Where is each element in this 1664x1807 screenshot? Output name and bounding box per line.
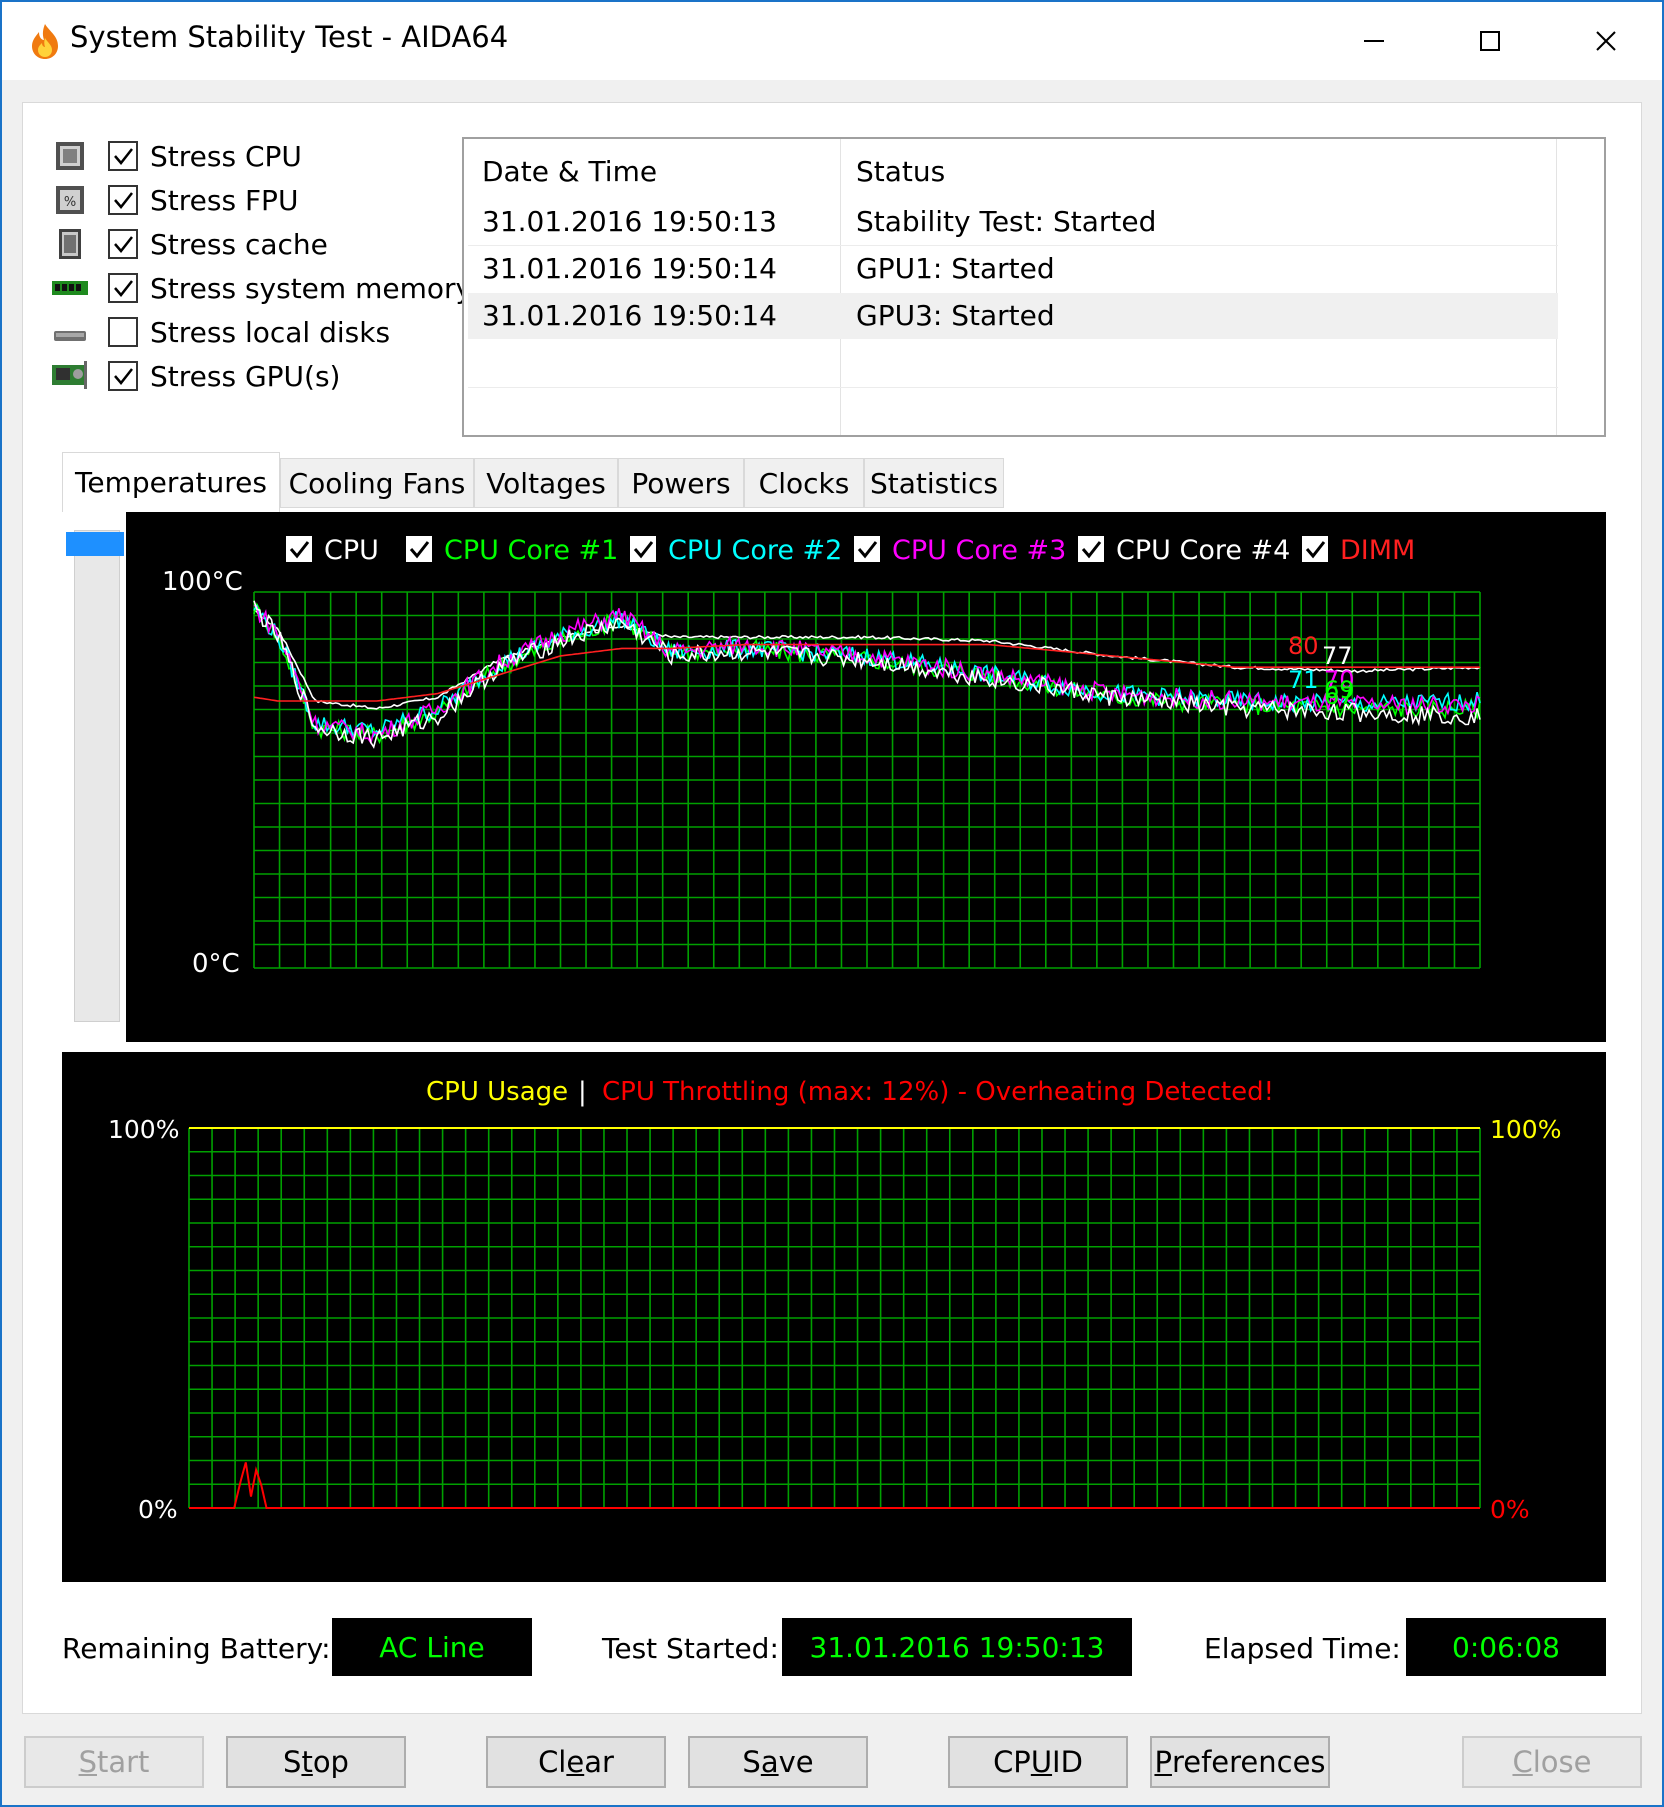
close-icon (1596, 31, 1616, 51)
stress-option-stress-cpu[interactable]: Stress CPU (50, 134, 302, 178)
cpuid-button[interactable]: CP U ID (948, 1736, 1128, 1788)
log-row-status: GPU3: Started (856, 299, 1055, 332)
log-row[interactable]: 31.01.2016 19:50:13 Stability Test: Star… (468, 199, 1664, 245)
right-tick-label: 0% (1490, 1495, 1530, 1524)
tab-clocks[interactable]: Clocks (744, 458, 864, 508)
cpu-usage-title: CPU Usage (426, 1077, 568, 1107)
y-tick-label: 0°C (192, 949, 240, 979)
legend-label: CPU (324, 535, 379, 566)
elapsed-time-value: 0:06:08 (1406, 1618, 1606, 1676)
legend-label: CPU Core #1 (444, 535, 618, 566)
history-slider-thumb[interactable] (66, 532, 124, 556)
save-button[interactable]: Sa ve (688, 1736, 868, 1788)
legend-checkbox (1302, 536, 1328, 562)
close-window-button[interactable] (1548, 2, 1664, 80)
cache-chip-icon (59, 229, 81, 259)
stress-option-stress-fpu[interactable]: % Stress FPU (50, 178, 298, 222)
maximize-button[interactable] (1432, 2, 1548, 80)
log-row-status: GPU1: Started (856, 252, 1055, 285)
stress-checkbox[interactable] (108, 361, 138, 391)
legend-label: CPU Core #4 (1116, 535, 1290, 566)
battery-label: Remaining Battery: (62, 1632, 331, 1665)
stress-checkbox[interactable] (108, 317, 138, 347)
y-tick-label: 0% (138, 1495, 178, 1524)
maximize-icon (1480, 31, 1500, 51)
start-button[interactable]: Start (24, 1736, 204, 1788)
legend-label: CPU Core #3 (892, 535, 1066, 566)
stress-option-label: Stress cache (150, 227, 328, 261)
stress-option-stress-local-disks[interactable]: Stress local disks (50, 310, 390, 354)
gpu-card-icon (52, 361, 87, 389)
end-value-label: 71 (1288, 666, 1319, 694)
cpu-usage-chart: CPU Usage | CPU Throttling (max: 12%) - Ov… (62, 1052, 1606, 1582)
legend-label: CPU Core #2 (668, 535, 842, 566)
cpu-chip-icon (56, 142, 84, 170)
disk-drive-icon (54, 331, 86, 341)
log-row-time: 31.01.2016 19:50:14 (482, 252, 777, 285)
history-slider-track[interactable] (74, 530, 120, 1022)
tab-statistics[interactable]: Statistics (864, 458, 1004, 508)
stress-option-label: Stress CPU (150, 139, 302, 173)
legend-checkbox (406, 536, 432, 562)
y-tick-label: 100% (108, 1115, 179, 1144)
stress-checkbox[interactable] (108, 273, 138, 303)
stress-option-label: Stress GPU(s) (150, 359, 341, 393)
stop-button[interactable]: St op (226, 1736, 406, 1788)
stress-option-label: Stress system memory (150, 271, 473, 305)
legend-checkbox (630, 536, 656, 562)
log-row-time: 31.01.2016 19:50:13 (482, 205, 777, 238)
legend-checkbox (854, 536, 880, 562)
tab-powers[interactable]: Powers (618, 458, 744, 508)
log-row-status: Stability Test: Started (856, 205, 1157, 238)
tab-cooling-fans[interactable]: Cooling Fans (280, 458, 474, 508)
stress-option-label: Stress FPU (150, 183, 299, 217)
temperature-chart: CPU CPU Core #1 CPU Core #2 CPU Core #3 CPU … (126, 512, 1606, 1042)
memory-module-icon (52, 281, 88, 295)
legend-label: DIMM (1340, 535, 1415, 566)
test-started-value: 31.01.2016 19:50:13 (782, 1618, 1132, 1676)
right-tick-label: 100% (1490, 1115, 1561, 1144)
stress-checkbox[interactable] (108, 185, 138, 215)
cpu-usage-chart-svg: CPU Usage | CPU Throttling (max: 12%) - Ov… (108, 1077, 1561, 1524)
stress-option-stress-system-memory[interactable]: Stress system memory (50, 266, 472, 310)
clear-button[interactable]: Cl e ar (486, 1736, 666, 1788)
stress-option-stress-cache[interactable]: Stress cache (50, 222, 328, 266)
log-header-status[interactable]: Status (856, 155, 945, 188)
temperature-chart-svg: CPU CPU Core #1 CPU Core #2 CPU Core #3 CPU … (162, 535, 1481, 979)
test-started-label: Test Started: (602, 1632, 779, 1665)
tab-temperatures[interactable]: Temperatures (62, 452, 280, 512)
stress-checkbox[interactable] (108, 229, 138, 259)
stress-option-label: Stress local disks (150, 315, 391, 349)
log-row-time: 31.01.2016 19:50:14 (482, 299, 777, 332)
title-bar: System Stability Test - AIDA64 (2, 2, 1662, 80)
end-value-label: 67 (1324, 682, 1355, 710)
stress-option-stress-gpu-s[interactable]: Stress GPU(s) (50, 354, 340, 398)
log-row[interactable]: 31.01.2016 19:50:14 GPU3: Started (468, 293, 1558, 339)
stability-test-window: System Stability Test - AIDA64 Stress CP… (0, 0, 1664, 1807)
cpu-throttling-title: CPU Throttling (max: 12%) - Overheating … (602, 1077, 1274, 1107)
event-log-table: Date & Time Status 31.01.2016 19:50:13 S… (462, 137, 1606, 437)
log-row[interactable]: 31.01.2016 19:50:14 GPU1: Started (468, 246, 1664, 292)
svg-text:%: % (64, 195, 76, 210)
fpu-chip-icon: % (56, 186, 84, 214)
tab-voltages[interactable]: Voltages (474, 458, 618, 508)
minimize-button[interactable] (1316, 2, 1432, 80)
legend-checkbox (286, 536, 312, 562)
preferences-button[interactable]: Preferences (1150, 1736, 1330, 1788)
title-separator: | (578, 1077, 587, 1107)
aida64-flame-icon (32, 24, 58, 59)
stress-checkbox[interactable] (108, 141, 138, 171)
battery-value: AC Line (332, 1618, 532, 1676)
close-button[interactable]: Close (1462, 1736, 1642, 1788)
y-tick-label: 100°C (162, 567, 243, 597)
window-title: System Stability Test - AIDA64 (70, 20, 509, 54)
legend-checkbox (1078, 536, 1104, 562)
log-header-datetime[interactable]: Date & Time (482, 155, 657, 188)
minimize-icon (1364, 40, 1384, 42)
elapsed-time-label: Elapsed Time: (1204, 1632, 1401, 1665)
end-value-label: 80 (1288, 632, 1319, 660)
